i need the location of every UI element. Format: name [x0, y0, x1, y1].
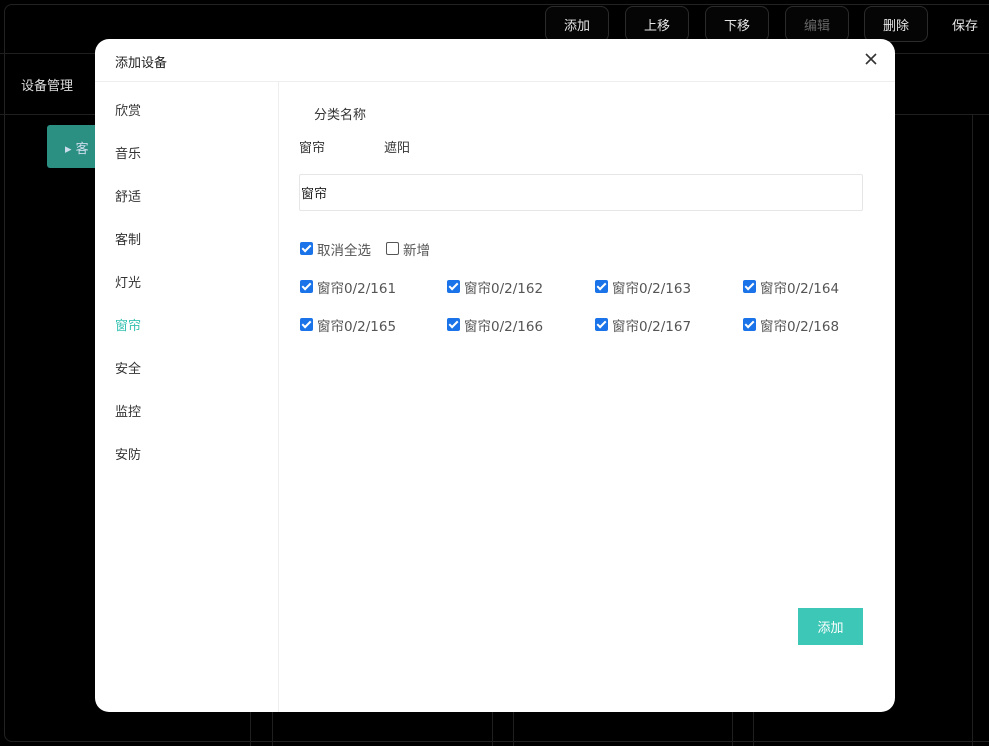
device-label: 窗帘0/2/164	[760, 281, 840, 297]
sidebar-item-appreciate[interactable]: 欣赏	[115, 100, 141, 119]
device-label: 窗帘0/2/162	[464, 281, 544, 297]
sidebar-item-curtain[interactable]: 窗帘	[115, 315, 141, 334]
device-label: 窗帘0/2/161	[317, 281, 397, 297]
close-icon[interactable]	[863, 51, 879, 67]
add-device-dialog: 添加设备 欣赏 音乐 舒适 客制 灯光 窗帘 安全 监控 安防 分类名称 窗帘 …	[95, 39, 895, 712]
checkbox-checked-icon[interactable]	[743, 318, 756, 331]
select-all-label: 取消全选	[317, 243, 371, 259]
device-checkbox[interactable]: 窗帘0/2/166	[447, 315, 543, 335]
sidebar-item-comfort[interactable]: 舒适	[115, 186, 141, 205]
checkbox-checked-icon[interactable]	[300, 242, 313, 255]
device-checkbox[interactable]: 窗帘0/2/165	[300, 315, 396, 335]
category-name-label: 分类名称	[314, 108, 367, 123]
sidebar-item-custom[interactable]: 客制	[115, 229, 141, 248]
sidebar-item-music[interactable]: 音乐	[115, 143, 141, 162]
checkbox-checked-icon[interactable]	[743, 280, 756, 293]
dialog-header: 添加设备	[95, 39, 895, 82]
category-option-curtain[interactable]: 窗帘	[299, 137, 325, 156]
device-label: 窗帘0/2/167	[612, 319, 692, 335]
device-checkbox[interactable]: 窗帘0/2/164	[743, 277, 839, 297]
checkbox-checked-icon[interactable]	[447, 280, 460, 293]
dialog-title: 添加设备	[115, 56, 168, 71]
select-all-checkbox[interactable]: 取消全选	[300, 239, 371, 259]
device-checkbox[interactable]: 窗帘0/2/162	[447, 277, 543, 297]
device-label: 窗帘0/2/168	[760, 319, 840, 335]
device-checkbox[interactable]: 窗帘0/2/167	[595, 315, 691, 335]
new-checkbox[interactable]: 新增	[386, 239, 430, 259]
device-name-input[interactable]	[299, 174, 863, 211]
checkbox-checked-icon[interactable]	[300, 318, 313, 331]
device-checkbox[interactable]: 窗帘0/2/168	[743, 315, 839, 335]
device-checkbox[interactable]: 窗帘0/2/163	[595, 277, 691, 297]
device-checkbox[interactable]: 窗帘0/2/161	[300, 277, 396, 297]
checkbox-checked-icon[interactable]	[595, 280, 608, 293]
category-option-shade[interactable]: 遮阳	[384, 137, 410, 156]
device-label: 窗帘0/2/163	[612, 281, 692, 297]
sidebar-item-lighting[interactable]: 灯光	[115, 272, 141, 291]
device-label: 窗帘0/2/166	[464, 319, 544, 335]
sidebar-item-safety[interactable]: 安全	[115, 358, 141, 377]
dialog-content: 分类名称 窗帘 遮阳 取消全选 新增 窗帘0/2/161 窗帘0/2/162 窗…	[279, 82, 895, 712]
checkbox-checked-icon[interactable]	[447, 318, 460, 331]
category-sidebar: 欣赏 音乐 舒适 客制 灯光 窗帘 安全 监控 安防	[95, 82, 279, 712]
new-label: 新增	[403, 243, 430, 259]
checkbox-checked-icon[interactable]	[595, 318, 608, 331]
sidebar-item-security[interactable]: 安防	[115, 444, 141, 463]
add-button[interactable]: 添加	[798, 608, 863, 645]
checkbox-unchecked-icon[interactable]	[386, 242, 399, 255]
checkbox-checked-icon[interactable]	[300, 280, 313, 293]
sidebar-item-monitor[interactable]: 监控	[115, 401, 141, 420]
device-label: 窗帘0/2/165	[317, 319, 397, 335]
